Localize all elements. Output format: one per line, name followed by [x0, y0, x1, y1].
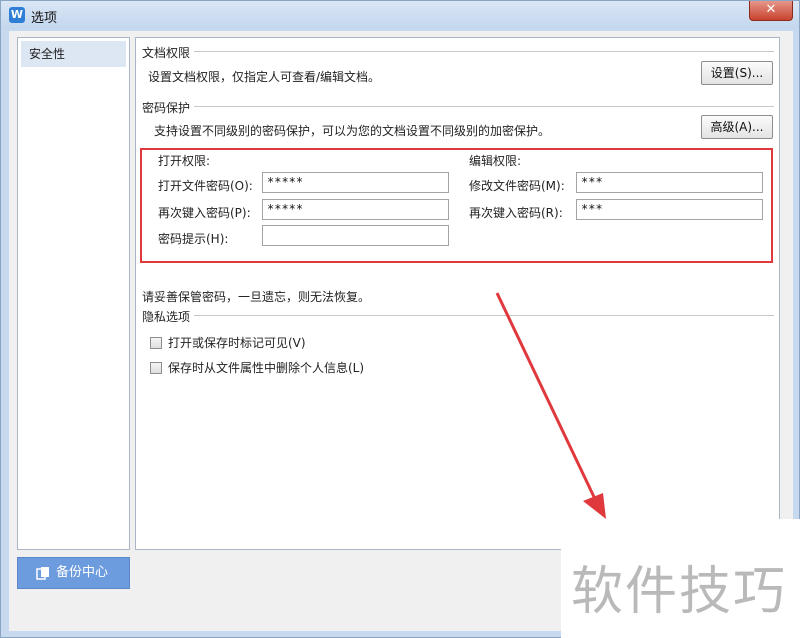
edit-password-input[interactable]: *** — [576, 172, 763, 193]
remove-personal-info-checkbox[interactable] — [150, 362, 162, 374]
sidebar: 安全性 — [17, 37, 130, 550]
doc-permission-description: 设置文档权限，仅指定人可查看/编辑文档。 — [148, 70, 381, 84]
divider — [194, 51, 774, 52]
security-panel: 文档权限 设置文档权限，仅指定人可查看/编辑文档。 设置(S)... 密码保护 … — [135, 37, 780, 550]
divider — [194, 315, 774, 316]
close-button[interactable]: ✕ — [749, 1, 793, 21]
edit-permission-heading: 编辑权限: — [469, 154, 522, 168]
wps-app-icon: W — [9, 7, 25, 23]
edit-confirm-label: 再次键入密码(R): — [469, 206, 563, 220]
password-warning-note: 请妥善保管密码，一旦遗忘，则无法恢复。 — [142, 290, 371, 304]
options-dialog: W 选项 ✕ 安全性 备份中心 文档权限 设置文档权限，仅指定人可查看/编辑文档… — [0, 0, 800, 638]
advanced-button[interactable]: 高级(A)... — [701, 115, 773, 139]
watermark: 软件技巧 — [561, 519, 800, 638]
backup-center-button[interactable]: 备份中心 — [17, 557, 130, 589]
remove-personal-info-option[interactable]: 保存时从文件属性中删除个人信息(L) — [150, 359, 364, 376]
remove-personal-info-label: 保存时从文件属性中删除个人信息(L) — [168, 361, 365, 375]
privacy-heading: 隐私选项 — [142, 310, 191, 324]
edit-confirm-input[interactable]: *** — [576, 199, 763, 220]
mark-visible-label: 打开或保存时标记可见(V) — [168, 336, 306, 350]
watermark-text: 软件技巧 — [571, 562, 788, 622]
backup-center-label: 备份中心 — [56, 565, 109, 580]
password-protect-heading: 密码保护 — [142, 101, 191, 115]
window-title: 选项 — [31, 11, 58, 26]
open-permission-heading: 打开权限: — [158, 154, 211, 168]
doc-permission-heading: 文档权限 — [142, 46, 191, 60]
backup-icon — [36, 567, 49, 580]
sidebar-item-security[interactable]: 安全性 — [21, 41, 126, 67]
open-password-input[interactable]: ***** — [262, 172, 449, 193]
password-protect-description: 支持设置不同级别的密码保护，可以为您的文档设置不同级别的加密保护。 — [154, 124, 551, 138]
password-hint-label: 密码提示(H): — [158, 232, 229, 246]
open-confirm-input[interactable]: ***** — [262, 199, 449, 220]
open-password-label: 打开文件密码(O): — [158, 179, 253, 193]
mark-visible-checkbox[interactable] — [150, 337, 162, 349]
mark-visible-option[interactable]: 打开或保存时标记可见(V) — [150, 334, 306, 351]
permission-settings-button[interactable]: 设置(S)... — [701, 61, 773, 85]
edit-password-label: 修改文件密码(M): — [469, 179, 565, 193]
divider — [194, 106, 774, 107]
title-bar[interactable]: W 选项 ✕ — [1, 1, 799, 29]
password-hint-input[interactable] — [262, 225, 449, 246]
open-confirm-label: 再次键入密码(P): — [158, 206, 251, 220]
